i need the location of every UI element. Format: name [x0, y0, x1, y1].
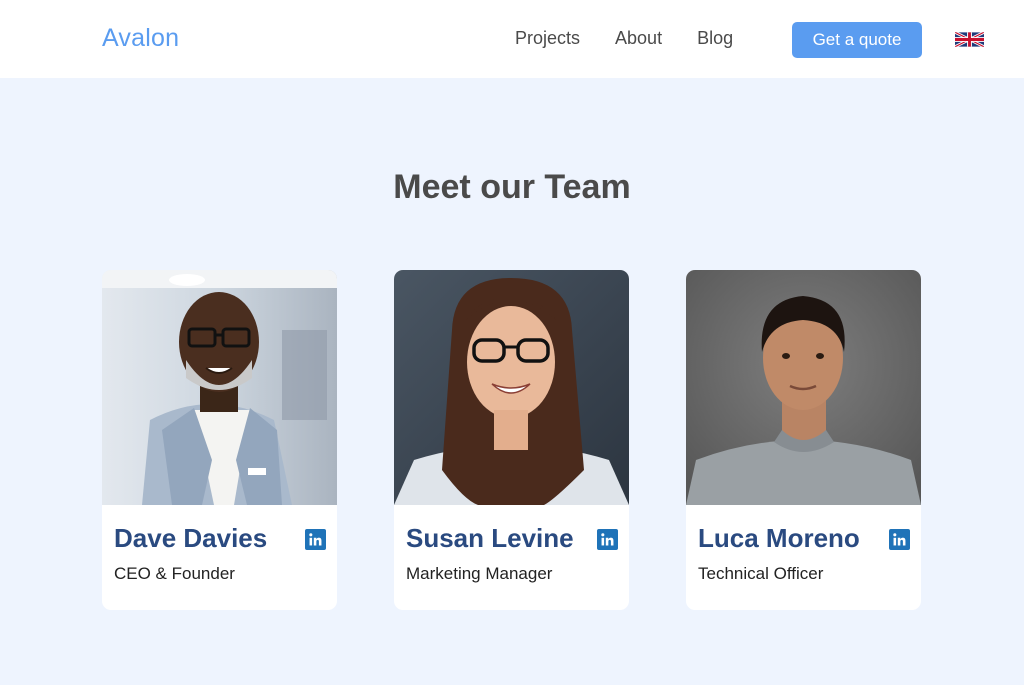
team-photo-dave-davies: [102, 270, 337, 505]
nav-link-about[interactable]: About: [615, 28, 662, 49]
nav-links: Projects About Blog: [515, 28, 733, 49]
team-card-dave-davies: Dave Davies CEO & Founder: [102, 270, 337, 610]
team-member-role: CEO & Founder: [114, 564, 235, 583]
linkedin-icon[interactable]: [305, 529, 326, 550]
team-photo-susan-levine: [394, 270, 629, 505]
linkedin-icon[interactable]: [597, 529, 618, 550]
get-quote-button[interactable]: Get a quote: [792, 22, 922, 58]
team-photo-luca-moreno: [686, 270, 921, 505]
team-member-name: Dave Davies: [114, 523, 268, 553]
logo[interactable]: Avalon: [102, 24, 179, 53]
team-card-susan-levine: Susan Levine Marketing Manager: [394, 270, 629, 610]
linkedin-icon[interactable]: [889, 529, 910, 550]
team-member-role: Marketing Manager: [406, 564, 553, 583]
section-title: Meet our Team: [393, 168, 631, 206]
uk-flag-icon[interactable]: [955, 31, 984, 48]
nav-link-blog[interactable]: Blog: [697, 28, 733, 49]
team-member-name: Susan Levine: [406, 523, 574, 553]
team-member-role: Technical Officer: [698, 564, 824, 583]
team-member-name: Luca Moreno: [698, 523, 860, 553]
nav-link-projects[interactable]: Projects: [515, 28, 580, 49]
navbar: Avalon Projects About Blog Get a quote: [0, 0, 1024, 78]
team-card-luca-moreno: Luca Moreno Technical Officer: [686, 270, 921, 610]
